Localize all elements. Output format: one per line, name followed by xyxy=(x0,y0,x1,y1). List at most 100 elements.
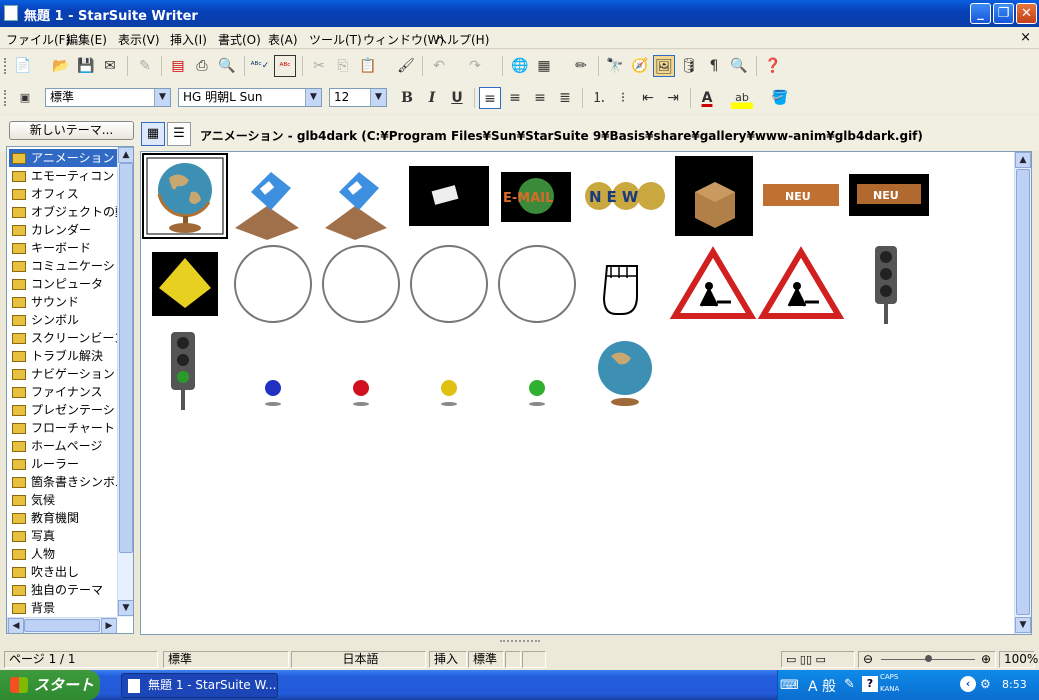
theme-item[interactable]: アニメーション xyxy=(9,149,119,167)
increase-indent-icon[interactable]: ⇥ xyxy=(662,87,684,109)
tray-chevron-icon[interactable]: ‹ xyxy=(960,676,976,692)
redo-icon[interactable]: ↷ xyxy=(464,55,486,77)
theme-item[interactable]: ナビゲーション xyxy=(9,365,119,383)
email-document-icon[interactable]: ✉ xyxy=(99,55,121,77)
navigator-icon[interactable]: 🧭 xyxy=(629,55,651,77)
zoom-slider[interactable]: ⊖ ⊕ xyxy=(858,651,996,668)
paragraph-style-select[interactable]: 標準 ▼ xyxy=(45,88,171,107)
open-icon[interactable]: 📂 xyxy=(50,55,72,77)
gallery-icon[interactable]: 🖼 xyxy=(653,55,675,77)
gallery-item-roadwork-sign[interactable] xyxy=(757,246,845,319)
align-right-icon[interactable]: ≡ xyxy=(529,87,551,109)
align-left-icon[interactable]: ≡ xyxy=(479,87,501,109)
gallery-item-red-ball[interactable] xyxy=(353,380,369,406)
theme-item[interactable]: 教育機関 xyxy=(9,509,119,527)
gallery-scrollbar[interactable]: ▲ ▼ xyxy=(1014,152,1031,634)
start-button[interactable]: スタート xyxy=(0,670,100,700)
menu-window[interactable]: ウィンドウ(W) xyxy=(363,31,444,48)
align-center-icon[interactable]: ≡ xyxy=(504,87,526,109)
bold-button[interactable]: B xyxy=(396,87,418,109)
menu-file[interactable]: ファイル(F) xyxy=(6,31,70,48)
theme-item[interactable]: ファイナンス xyxy=(9,383,119,401)
menu-table[interactable]: 表(A) xyxy=(268,31,298,48)
theme-item[interactable]: トラブル解決 xyxy=(9,347,119,365)
gallery-resize-handle[interactable] xyxy=(500,640,540,646)
theme-item[interactable]: ルーラー xyxy=(9,455,119,473)
export-pdf-icon[interactable]: ▤ xyxy=(167,55,189,77)
help-icon[interactable]: ❓ xyxy=(762,55,784,77)
gallery-item-envelope[interactable] xyxy=(409,166,489,226)
scroll-right-icon[interactable]: ▶ xyxy=(101,618,117,633)
find-replace-icon[interactable]: 🔭 xyxy=(604,55,626,77)
theme-item[interactable]: カレンダー xyxy=(9,221,119,239)
gallery-item-floppy-left[interactable] xyxy=(235,172,299,240)
selection-mode[interactable]: 標準 xyxy=(468,651,504,668)
gallery-item-neu-dark[interactable]: NEU xyxy=(849,174,929,216)
highlighting-icon[interactable]: ab xyxy=(731,87,753,109)
cut-icon[interactable]: ✂ xyxy=(308,55,330,77)
paste-icon[interactable]: 📋 xyxy=(357,55,379,77)
theme-item[interactable]: シンボル xyxy=(9,311,119,329)
theme-item[interactable]: 写真 xyxy=(9,527,119,545)
gallery-item-fist[interactable] xyxy=(602,265,638,315)
gallery-item-roadwork-sign[interactable] xyxy=(669,246,757,319)
save-icon[interactable]: 💾 xyxy=(75,55,97,77)
theme-item[interactable]: キーボード xyxy=(9,239,119,257)
gallery-item-clock[interactable] xyxy=(498,245,576,323)
zoom-icon[interactable]: 🔍 xyxy=(728,55,750,77)
font-color-icon[interactable]: A xyxy=(696,87,718,109)
theme-item[interactable]: 箇条書きシンボル xyxy=(9,473,127,491)
icon-view-icon[interactable]: ▦ xyxy=(141,122,165,146)
formatting-marks-icon[interactable]: ¶ xyxy=(703,55,725,77)
scroll-down-icon[interactable]: ▼ xyxy=(1015,617,1031,633)
decrease-indent-icon[interactable]: ⇤ xyxy=(637,87,659,109)
background-color-icon[interactable]: 🪣 xyxy=(769,87,791,109)
page-style[interactable]: 標準 xyxy=(163,651,289,668)
scroll-thumb[interactable] xyxy=(119,163,133,553)
close-window-button[interactable]: ✕ xyxy=(1016,3,1037,24)
copy-icon[interactable]: ⎘ xyxy=(332,55,354,77)
gallery-item-traffic-light[interactable] xyxy=(875,246,897,324)
underline-button[interactable]: U xyxy=(446,87,468,109)
menu-tools[interactable]: ツール(T) xyxy=(309,31,362,48)
show-draw-functions-icon[interactable]: ✏ xyxy=(570,55,592,77)
data-sources-icon[interactable]: 🛢 xyxy=(678,55,700,77)
chevron-down-icon[interactable]: ▼ xyxy=(154,89,170,106)
gallery-item-clock[interactable] xyxy=(234,245,312,323)
scroll-down-icon[interactable]: ▼ xyxy=(118,600,133,616)
format-paintbrush-icon[interactable]: 🖌 xyxy=(395,55,417,77)
gallery-item-box[interactable] xyxy=(675,156,753,236)
gallery-item-new-badge[interactable]: NEW xyxy=(585,182,665,210)
hyperlink-icon[interactable]: 🌐 xyxy=(509,55,531,77)
theme-item[interactable]: ホームページ xyxy=(9,437,119,455)
chevron-down-icon[interactable]: ▼ xyxy=(305,89,321,106)
justify-icon[interactable]: ≣ xyxy=(554,87,576,109)
scroll-up-icon[interactable]: ▲ xyxy=(1015,152,1031,168)
detailed-view-icon[interactable]: ☰ xyxy=(167,122,191,146)
scroll-thumb[interactable] xyxy=(1016,169,1030,615)
font-name-select[interactable]: HG 明朝L Sun ▼ xyxy=(178,88,322,107)
menu-view[interactable]: 表示(V) xyxy=(118,31,160,48)
ime-help-icon[interactable]: ? xyxy=(862,676,878,692)
new-theme-button[interactable]: 新しいテーマ... xyxy=(9,121,134,140)
auto-spellcheck-icon[interactable]: ᴬᴮᶜ xyxy=(274,55,296,77)
network-icon[interactable]: ⚙ xyxy=(980,677,991,691)
styles-formatting-icon[interactable]: ▣ xyxy=(14,87,36,109)
theme-item[interactable]: フローチャート xyxy=(9,419,119,437)
theme-list[interactable]: アニメーション エモーティコン オフィス オブジェクトの動作 カレンダー キーボード コミュ… xyxy=(6,146,134,634)
menu-insert[interactable]: 挿入(I) xyxy=(170,31,207,48)
scroll-thumb[interactable] xyxy=(24,619,100,632)
gallery-item-neu-sign[interactable]: NEU xyxy=(763,184,839,206)
theme-item[interactable]: コンピュータ xyxy=(9,275,119,293)
gallery-item-clock[interactable] xyxy=(322,245,400,323)
theme-list-hscrollbar[interactable]: ◀ ▶ xyxy=(7,617,117,633)
gallery-item-floppy-right[interactable] xyxy=(325,172,387,240)
new-document-icon[interactable]: 📄 xyxy=(12,55,34,77)
theme-item[interactable]: オフィス xyxy=(9,185,119,203)
menu-format[interactable]: 書式(O) xyxy=(218,31,261,48)
numbering-icon[interactable]: ⒈ xyxy=(588,87,610,109)
print-icon[interactable]: ⎙ xyxy=(191,55,213,77)
scroll-left-icon[interactable]: ◀ xyxy=(8,618,24,633)
chevron-down-icon[interactable]: ▼ xyxy=(370,89,386,106)
theme-item[interactable]: サウンド xyxy=(9,293,119,311)
